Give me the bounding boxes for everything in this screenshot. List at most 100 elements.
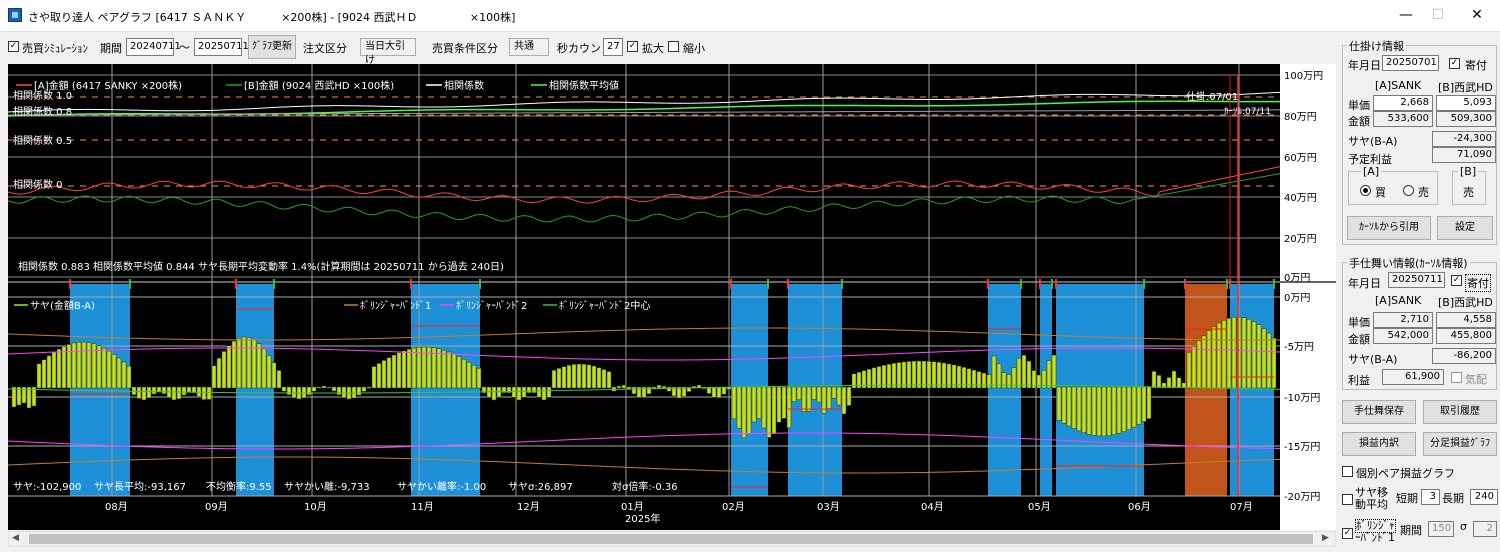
spread-bar — [716, 386, 722, 398]
set-button[interactable]: 設定 — [1437, 216, 1493, 240]
upper-axis-label: 80万円 — [1284, 112, 1317, 123]
spread-bar — [1016, 358, 1022, 389]
stat-label: サヤσ:26,897 — [508, 481, 573, 493]
buy-radio[interactable] — [1360, 185, 1371, 196]
spread-bar — [161, 386, 167, 394]
ma-checkbox[interactable] — [1342, 494, 1353, 505]
entry-date-label: 年月日 — [1348, 59, 1381, 72]
pair-pl-checkbox[interactable] — [1342, 466, 1353, 477]
exit-price-b: 4,558 — [1436, 312, 1496, 328]
order-type-label: 注文区分 — [303, 42, 347, 55]
spread-bar — [1211, 326, 1217, 389]
spread-bar — [86, 342, 92, 389]
boll-period-input[interactable]: 150 — [1428, 521, 1454, 537]
month-label: 11月 — [411, 501, 434, 513]
spread-bar — [176, 386, 182, 399]
spread-bar — [146, 386, 152, 399]
minute-pl-graph-button[interactable]: 分足損益ｸﾞﾗﾌ — [1423, 432, 1497, 456]
entry-date-input[interactable]: 20250701 — [1382, 55, 1439, 71]
spread-bar — [1156, 375, 1162, 389]
period-to-input[interactable]: 20250711 — [194, 38, 249, 56]
spread-bar — [1101, 386, 1107, 437]
bollinger-checkbox[interactable]: ✓ — [1342, 528, 1353, 539]
spread-bar — [596, 367, 602, 389]
spread-bar — [341, 386, 347, 398]
month-label: 09月 — [205, 501, 228, 513]
spread-bar — [1091, 386, 1097, 436]
spread-bar — [26, 386, 32, 409]
entry-price-a[interactable]: 2,668 — [1373, 95, 1433, 111]
entry-panel-title: 仕掛け情報 — [1347, 38, 1406, 54]
cursor-quote-button[interactable]: ｶｰｿﾙから引用 — [1347, 216, 1431, 240]
spread-bar — [1006, 374, 1012, 389]
exit-yori-checkbox[interactable]: ✓ — [1451, 275, 1462, 286]
spread-bar — [371, 366, 377, 389]
order-type-select[interactable]: 当日大引け — [360, 38, 416, 66]
spread-bar — [891, 363, 897, 389]
lower-legend-label: サヤ(金額B-A) — [30, 299, 95, 312]
long-input[interactable]: 240 — [1470, 489, 1498, 505]
spread-bar — [591, 365, 597, 389]
entry-price-b[interactable]: 5,093 — [1436, 95, 1496, 111]
entry-amount-label: 金額 — [1348, 115, 1370, 128]
entry-yori-label: 寄付 — [1465, 59, 1487, 72]
zoom-in-checkbox[interactable]: ✓ — [627, 41, 638, 52]
sell-radio[interactable] — [1403, 185, 1414, 196]
month-label: 01月 — [621, 501, 644, 513]
sigma-input[interactable]: 2 — [1473, 521, 1497, 537]
spread-bar — [151, 386, 157, 395]
kisei-checkbox[interactable] — [1451, 372, 1462, 383]
correlation-ref-label: 相関係数 0 — [13, 178, 63, 191]
spread-bar — [1106, 386, 1112, 436]
spread-bar — [316, 386, 322, 389]
entry-annotation: 仕掛:07/01 — [1186, 90, 1238, 103]
spread-bar — [121, 361, 127, 389]
spread-bar — [466, 361, 472, 389]
spread-bar — [471, 364, 477, 389]
graph-update-button[interactable]: ｸﾞﾗﾌ更新 — [248, 35, 296, 59]
save-exit-button[interactable]: 手仕舞保存 — [1342, 400, 1416, 424]
spread-bar — [446, 351, 452, 389]
lower-legend-label: ﾎﾞﾘﾝｼﾞｬｰﾊﾞﾝﾄﾞ2中心 — [559, 299, 650, 312]
spread-bar — [381, 360, 387, 389]
lower-axis-label: -15万円 — [1284, 442, 1320, 453]
spread-bar — [331, 386, 337, 392]
spread-bar — [1256, 324, 1262, 389]
scroll-left-icon[interactable]: ◀ — [12, 533, 19, 543]
spread-bar — [526, 386, 532, 394]
correlation-ref-label: 相関係数 0.8 — [13, 105, 72, 118]
correlation-ref-label: 相関係数 1.0 — [13, 89, 72, 102]
trade-history-button[interactable]: 取引履歴 — [1423, 400, 1497, 424]
upper-legend-label: 相関係数 — [444, 79, 484, 92]
lower-axis-label: -20万円 — [1284, 492, 1320, 503]
scroll-thumb[interactable] — [29, 534, 1313, 544]
period-from-input[interactable]: 20240711 — [126, 38, 181, 56]
spread-bar — [1251, 321, 1257, 389]
close-button[interactable]: ✕ — [1454, 0, 1500, 30]
scroll-right-icon[interactable]: ▶ — [1322, 533, 1329, 543]
spread-bar — [406, 349, 412, 389]
spread-bar — [241, 336, 247, 389]
lower-axis-label: -5万円 — [1284, 342, 1314, 353]
pair-chart[interactable]: [A]金額 (6417 SANKY ×200株) [B]金額 (9024 西武HD… — [8, 64, 1336, 530]
spread-bar — [81, 341, 87, 389]
spread-bar — [1166, 377, 1172, 389]
spread-bar — [551, 370, 557, 389]
zoom-out-checkbox[interactable] — [668, 41, 679, 52]
sim-checkbox[interactable]: ✓ — [8, 41, 19, 52]
spread-bar — [586, 364, 592, 389]
lower-legend-label: ﾎﾞﾘﾝｼﾞｬｰﾊﾞﾝﾄﾞ2 — [456, 300, 527, 312]
pl-detail-button[interactable]: 損益内訳 — [1342, 432, 1416, 456]
entry-yori-checkbox[interactable]: ✓ — [1449, 58, 1460, 69]
spread-bar — [261, 348, 267, 389]
spread-bar — [721, 386, 727, 395]
spread-bar — [746, 386, 752, 434]
horizontal-scrollbar[interactable]: ◀ ▶ — [8, 531, 1336, 547]
spread-bar — [631, 386, 637, 395]
short-input[interactable]: 3 — [1421, 489, 1440, 505]
cond-select[interactable]: 共通 — [509, 38, 549, 56]
spread-bar — [1086, 386, 1092, 435]
exit-date-label: 年月日 — [1348, 277, 1381, 290]
spread-bar — [301, 386, 307, 399]
spread-bar — [736, 386, 742, 429]
